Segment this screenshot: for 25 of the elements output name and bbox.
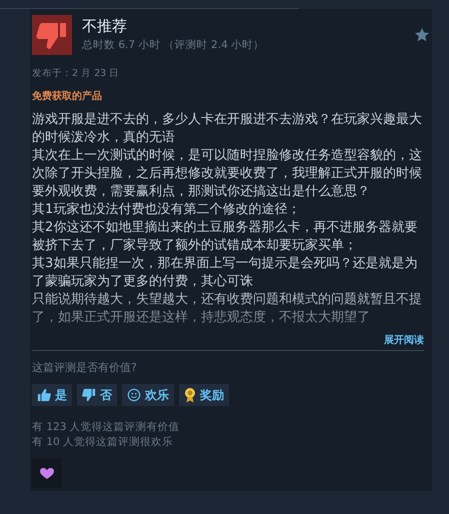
expand-link[interactable]: 展开阅读: [384, 333, 424, 347]
review-paragraph: 游戏开服是进不去的，多少人卡在开服进不去游戏？在玩家兴趣最大的时候泼冷水，真的无语: [32, 111, 423, 147]
award-button[interactable]: 奖励: [179, 384, 229, 406]
helpful-question: 这篇评测是否有价值?: [32, 360, 138, 375]
heart-icon: [40, 468, 54, 478]
review-paragraph: 其次在上一次测试的时候，是可以随时捏脸修改任务造型容貌的，这次除了开头捏脸，之后再想修改就要收费了，我理解正式开服的时候要外观收费，需要赢利点，那测试你还搞这出是什么意思？: [32, 147, 423, 201]
medal-icon: [184, 387, 196, 403]
vote-count: 有 10 人觉得这篇评测很欢乐: [32, 435, 174, 450]
review-paragraph: 其3如果只能捏一次，那在界面上写一句提示是会死吗？还是就是为了蒙骗玩家为了更多的付费，其心可诛: [32, 255, 418, 291]
review-paragraph: 其1玩家也没法付费也没有第二个修改的途径；: [32, 201, 302, 219]
product-note: 免费获取的产品: [32, 90, 102, 103]
no-button[interactable]: 否: [77, 384, 117, 406]
funny-button[interactable]: 欢乐: [122, 384, 174, 406]
review-verdict: 不推荐: [82, 17, 128, 36]
thumbs-down-icon: [82, 388, 96, 402]
award-badge[interactable]: [32, 458, 62, 488]
thumbs-up-icon: [37, 388, 51, 402]
star-icon[interactable]: [414, 27, 430, 43]
smiley-icon: [127, 388, 141, 402]
yes-button[interactable]: 是: [32, 384, 72, 406]
vote-count: 有 123 人觉得这篇评测有价值: [32, 420, 181, 435]
playtime-text: 总时数 6.7 小时 （评测时 2.4 小时）: [82, 38, 264, 52]
review-paragraph: 只能说期待越大，失望越大，还有收费问题和模式的问题就暂且不提了，如果正式开服还是这样，持悲观态度，不报太大期望了: [32, 291, 423, 327]
posted-date: 发布于：2 月 23 日: [32, 67, 120, 80]
review-paragraph: 其2你这还不如地里摘出来的土豆服务器那么卡，再不进服务器就要被挤下去了，厂家导致了额外的试错成本却要玩家买单；: [32, 219, 418, 255]
